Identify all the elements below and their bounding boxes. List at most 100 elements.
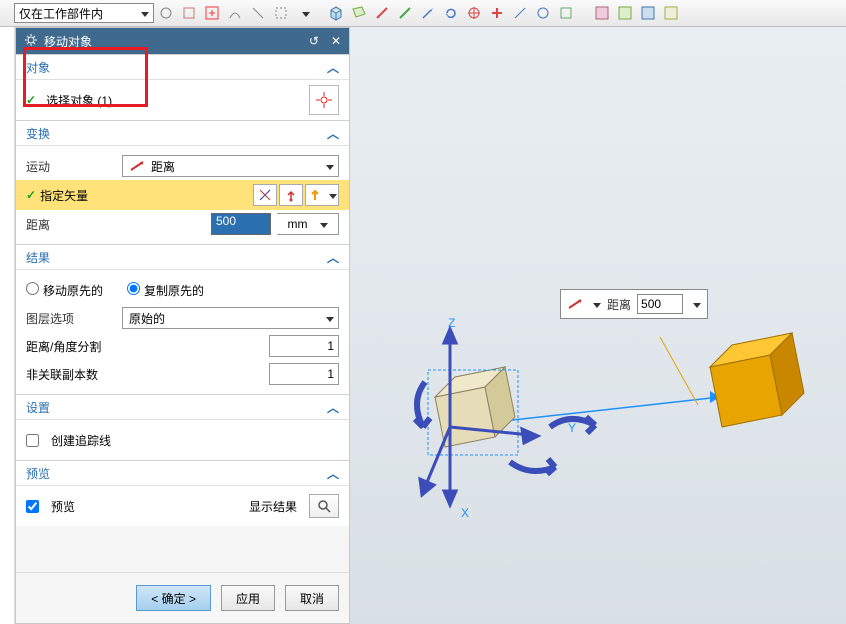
copy-cube [710, 333, 804, 427]
motion-value: 距离 [151, 158, 175, 175]
preview-checkbox[interactable] [26, 500, 39, 513]
toolbar-icon[interactable] [270, 2, 292, 24]
chevron-up-icon: ︿ [327, 59, 339, 76]
target-icon[interactable] [463, 2, 485, 24]
ok-button[interactable]: < 确定 > [136, 585, 211, 611]
toolbar-icon[interactable] [247, 2, 269, 24]
trace-checkbox[interactable] [26, 434, 39, 447]
section-title: 对象 [26, 59, 50, 76]
chevron-down-icon[interactable] [589, 297, 601, 311]
filter-value: 仅在工作部件内 [19, 5, 103, 22]
motion-label: 运动 [26, 158, 116, 175]
section-title: 变换 [26, 125, 50, 142]
graphics-viewport[interactable]: Z Y X 距离 [350, 27, 846, 624]
section-transform-header[interactable]: 变换 ︿ [16, 120, 349, 146]
divide-label: 距离/角度分割 [26, 338, 263, 355]
section-title: 预览 [26, 465, 50, 482]
chevron-up-icon: ︿ [327, 399, 339, 416]
arrow-icon[interactable] [417, 2, 439, 24]
toolbar-icon[interactable] [224, 2, 246, 24]
distance-label: 距离 [26, 216, 116, 233]
vector-axis-button[interactable] [253, 184, 277, 206]
check-icon [26, 93, 40, 107]
toolbar-icon[interactable] [637, 2, 659, 24]
radio-move[interactable]: 移动原先的 [26, 282, 103, 299]
radio-copy[interactable]: 复制原先的 [127, 282, 204, 299]
reset-icon[interactable]: ↺ [309, 34, 319, 48]
plus-icon[interactable] [486, 2, 508, 24]
toolbar-icon[interactable] [591, 2, 613, 24]
chevron-down-icon [325, 188, 337, 202]
chevron-down-icon [322, 311, 334, 325]
layer-value: 原始的 [129, 310, 165, 327]
move-object-panel: 移动对象 ↺ ✕ 对象 ︿ 选择对象 (1) 变换 ︿ 运动 [15, 27, 350, 624]
distance-icon [567, 298, 583, 310]
distance-icon [129, 160, 145, 172]
panel-titlebar: 移动对象 ↺ ✕ [16, 28, 349, 54]
floating-distance-input[interactable]: 距离 [560, 289, 708, 319]
show-result-button[interactable] [309, 494, 339, 518]
top-toolbar: 仅在工作部件内 [0, 0, 846, 27]
line-icon[interactable] [509, 2, 531, 24]
layer-select[interactable]: 原始的 [122, 307, 339, 329]
grid-icon[interactable] [555, 2, 577, 24]
section-object-header[interactable]: 对象 ︿ [16, 54, 349, 80]
chevron-down-icon[interactable] [293, 2, 315, 24]
cube-icon[interactable] [325, 2, 347, 24]
motion-select[interactable]: 距离 [122, 155, 339, 177]
refresh-icon[interactable] [440, 2, 462, 24]
select-object-label: 选择对象 (1) [46, 92, 112, 109]
chevron-down-icon [316, 217, 328, 231]
source-cube [428, 367, 518, 455]
face-icon[interactable] [348, 2, 370, 24]
vector-label: 指定矢量 [40, 187, 88, 204]
chevron-down-icon [137, 6, 149, 20]
float-label: 距离 [607, 296, 631, 313]
chevron-up-icon: ︿ [327, 465, 339, 482]
chevron-down-icon [322, 159, 334, 173]
toolbar-icon[interactable] [660, 2, 682, 24]
unit-combo[interactable]: mm [277, 213, 339, 235]
chevron-up-icon: ︿ [327, 125, 339, 142]
axis-z-label: Z [448, 316, 455, 330]
line-icon[interactable] [394, 2, 416, 24]
section-title: 结果 [26, 249, 50, 266]
toolbar-icon[interactable] [155, 2, 177, 24]
assembly-filter-combo[interactable]: 仅在工作部件内 [14, 3, 154, 23]
toolbar-icon[interactable] [201, 2, 223, 24]
distance-input[interactable]: 500 [211, 213, 271, 235]
copies-input[interactable] [269, 363, 339, 385]
chevron-up-icon: ︿ [327, 249, 339, 266]
chevron-down-icon[interactable] [689, 297, 701, 311]
cancel-button[interactable]: 取消 [285, 585, 339, 611]
section-settings-header[interactable]: 设置 ︿ [16, 394, 349, 420]
left-ruler [0, 27, 15, 624]
line-icon[interactable] [371, 2, 393, 24]
show-result-label: 显示结果 [249, 498, 297, 515]
scene: Z Y X [350, 27, 846, 624]
unit-value: mm [288, 217, 308, 231]
circle-icon[interactable] [532, 2, 554, 24]
layer-label: 图层选项 [26, 310, 116, 327]
vector-flip-button[interactable] [279, 184, 303, 206]
toolbar-icon[interactable] [614, 2, 636, 24]
float-distance-field[interactable] [637, 294, 683, 314]
radio-move-input[interactable] [26, 282, 39, 295]
preview-label: 预览 [51, 498, 75, 515]
select-target-button[interactable] [309, 85, 339, 115]
trace-label: 创建追踪线 [51, 432, 111, 449]
axis-x-label: X [461, 506, 469, 520]
apply-button[interactable]: 应用 [221, 585, 275, 611]
panel-title-text: 移动对象 [44, 33, 92, 50]
radio-copy-input[interactable] [127, 282, 140, 295]
check-icon [26, 188, 40, 202]
divide-input[interactable] [269, 335, 339, 357]
section-preview-header[interactable]: 预览 ︿ [16, 460, 349, 486]
toolbar-icon[interactable] [178, 2, 200, 24]
section-title: 设置 [26, 399, 50, 416]
vector-method-combo[interactable] [305, 184, 339, 206]
panel-footer: < 确定 > 应用 取消 [16, 572, 349, 623]
close-icon[interactable]: ✕ [331, 34, 341, 48]
section-result-header[interactable]: 结果 ︿ [16, 244, 349, 270]
gear-icon [24, 33, 38, 50]
